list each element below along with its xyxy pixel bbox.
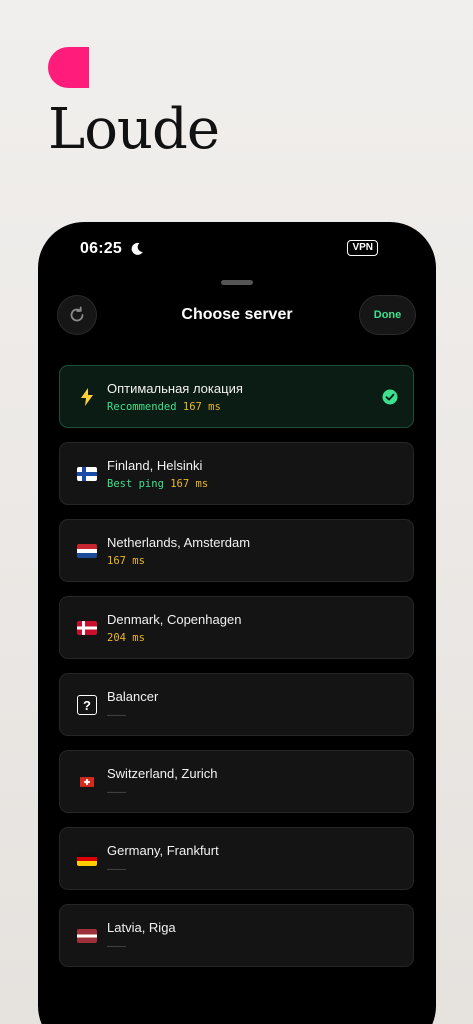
server-ping: 167 ms bbox=[107, 555, 145, 567]
check-circle-icon bbox=[382, 389, 398, 405]
server-item-finland[interactable]: Finland, Helsinki Best ping 167 ms bbox=[59, 442, 414, 505]
status-time: 06:25 bbox=[80, 240, 122, 257]
moon-icon bbox=[131, 242, 143, 255]
question-box-icon: ? bbox=[76, 694, 98, 716]
server-meta: ——— bbox=[107, 940, 126, 952]
server-tag: Best ping bbox=[107, 478, 164, 490]
server-item-netherlands[interactable]: Netherlands, Amsterdam 167 ms bbox=[59, 519, 414, 582]
server-tag: Recommended bbox=[107, 401, 177, 413]
status-bar: 06:25 VPN bbox=[38, 240, 436, 260]
server-list: Оптимальная локация Recommended 167 ms F… bbox=[59, 365, 414, 981]
server-name: Germany, Frankfurt bbox=[107, 843, 219, 858]
server-name: Switzerland, Zurich bbox=[107, 766, 218, 781]
server-item-germany[interactable]: Germany, Frankfurt ——— bbox=[59, 827, 414, 890]
lightning-icon bbox=[76, 386, 98, 408]
server-ping: 204 ms bbox=[107, 632, 145, 644]
server-meta: ——— bbox=[107, 863, 126, 875]
server-ping: ——— bbox=[107, 940, 126, 952]
server-meta: 167 ms bbox=[107, 555, 145, 567]
sheet-grabber[interactable] bbox=[221, 280, 253, 285]
server-meta: ——— bbox=[107, 786, 126, 798]
latvia-flag-icon bbox=[76, 925, 98, 947]
switzerland-flag-icon bbox=[76, 771, 98, 793]
server-item-latvia[interactable]: Latvia, Riga ——— bbox=[59, 904, 414, 967]
server-ping: 167 ms bbox=[182, 401, 221, 413]
server-meta: Best ping 167 ms bbox=[107, 478, 208, 490]
server-name: Latvia, Riga bbox=[107, 920, 176, 935]
server-ping: ——— bbox=[107, 709, 126, 721]
done-button[interactable]: Done bbox=[359, 295, 416, 335]
server-item-optimal[interactable]: Оптимальная локация Recommended 167 ms bbox=[59, 365, 414, 428]
server-ping: 167 ms bbox=[170, 478, 209, 490]
germany-flag-icon bbox=[76, 848, 98, 870]
denmark-flag-icon bbox=[76, 617, 98, 639]
server-item-balancer[interactable]: ? Balancer ——— bbox=[59, 673, 414, 736]
server-name: Оптимальная локация bbox=[107, 381, 243, 396]
server-name: Netherlands, Amsterdam bbox=[107, 535, 251, 550]
server-ping: ——— bbox=[107, 863, 126, 875]
server-ping: ——— bbox=[107, 786, 126, 798]
server-meta: Recommended 167 ms bbox=[107, 401, 221, 413]
server-meta: 204 ms bbox=[107, 632, 145, 644]
server-item-denmark[interactable]: Denmark, Copenhagen 204 ms bbox=[59, 596, 414, 659]
brand-logo-mark bbox=[48, 47, 89, 88]
finland-flag-icon bbox=[76, 463, 98, 485]
server-name: Balancer bbox=[107, 689, 159, 704]
vpn-badge: VPN bbox=[347, 240, 378, 256]
server-name: Denmark, Copenhagen bbox=[107, 612, 242, 627]
brand-name: Loude bbox=[48, 97, 220, 162]
phone-screen: 06:25 VPN Choose server Done Оптимальная… bbox=[38, 222, 436, 1024]
server-name: Finland, Helsinki bbox=[107, 458, 203, 473]
netherlands-flag-icon bbox=[76, 540, 98, 562]
server-meta: ——— bbox=[107, 709, 126, 721]
server-item-switzerland[interactable]: Switzerland, Zurich ——— bbox=[59, 750, 414, 813]
